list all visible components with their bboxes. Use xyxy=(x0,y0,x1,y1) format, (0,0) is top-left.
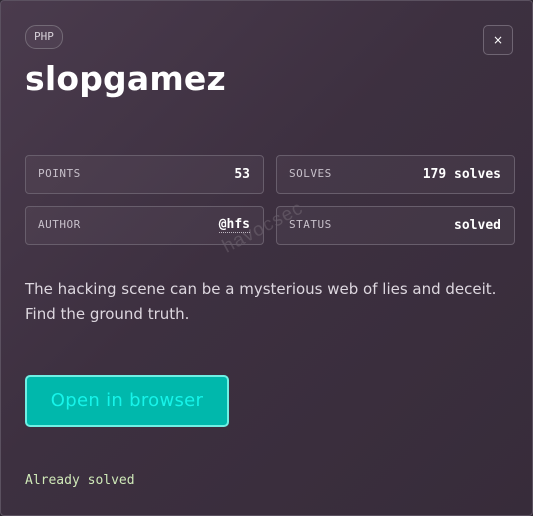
points-label: POINTS xyxy=(38,167,81,180)
points-value: 53 xyxy=(234,167,250,182)
already-solved-note: Already solved xyxy=(25,473,135,488)
points-stat: POINTS 53 xyxy=(25,155,264,194)
author-link[interactable]: @hfs xyxy=(218,217,250,233)
solves-label: SOLVES xyxy=(289,167,332,180)
author-stat: AUTHOR @hfs xyxy=(25,206,264,245)
solves-value: 179 solves xyxy=(422,167,501,182)
challenge-description: The hacking scene can be a mysterious we… xyxy=(25,280,497,323)
challenge-modal: havocsec PHP × slopgamez POINTS 53 SOLVE… xyxy=(0,0,533,516)
challenge-title: slopgamez xyxy=(25,59,226,98)
status-stat: STATUS solved xyxy=(276,206,515,245)
status-label: STATUS xyxy=(289,218,332,231)
status-value: solved xyxy=(454,218,501,233)
language-badge: PHP xyxy=(25,25,63,49)
solves-stat: SOLVES 179 solves xyxy=(276,155,515,194)
close-button[interactable]: × xyxy=(483,25,513,55)
open-in-browser-button[interactable]: Open in browser xyxy=(25,375,229,427)
author-label: AUTHOR xyxy=(38,218,81,231)
